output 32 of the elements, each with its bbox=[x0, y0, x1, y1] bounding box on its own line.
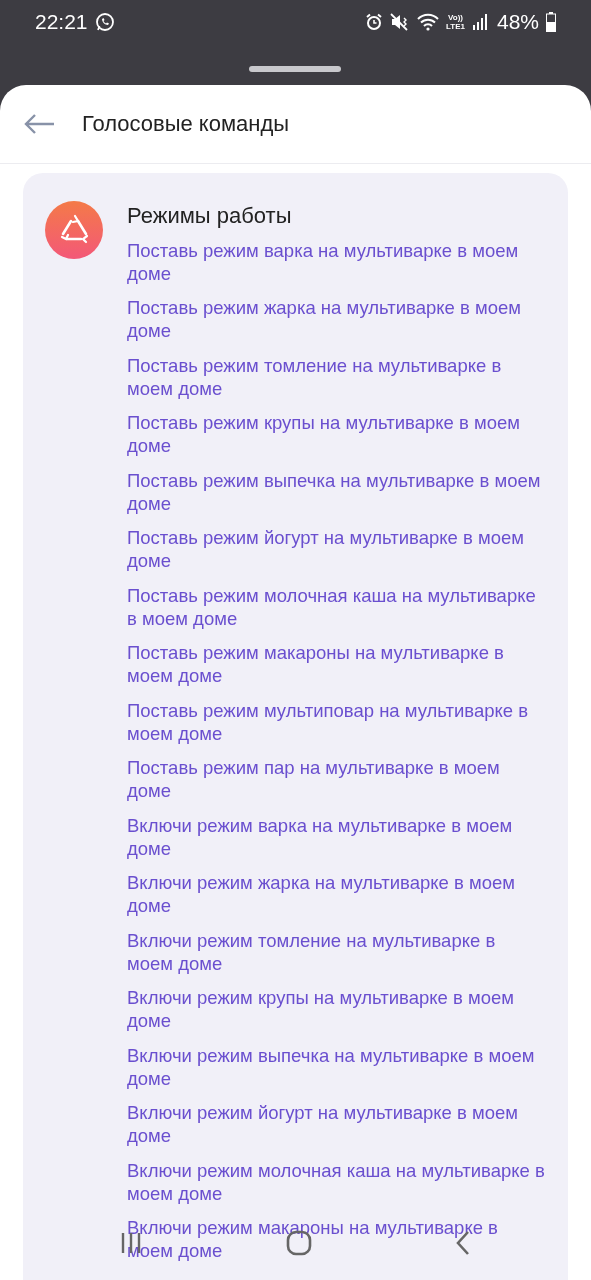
wifi-icon bbox=[417, 13, 439, 31]
section-title: Режимы работы bbox=[127, 203, 293, 229]
battery-icon bbox=[546, 12, 556, 32]
voice-command[interactable]: Включи режим выпечка на мультиварке в моем доме bbox=[127, 1043, 546, 1090]
voice-command[interactable]: Поставь режим жарка на мультиварке в моем доме bbox=[127, 296, 546, 342]
voice-command[interactable]: Включи режим томление на мультиварке в моем доме bbox=[127, 928, 546, 975]
voice-command[interactable]: Поставь режим выпечка на мультиварке в моем доме bbox=[127, 468, 546, 515]
mute-icon bbox=[390, 13, 410, 31]
voice-command[interactable]: Поставь режим мультиповар на мультиварке в моем доме bbox=[127, 698, 546, 745]
network-type-label: Vo)) LTE1 bbox=[446, 13, 465, 31]
voice-command[interactable]: Поставь режим варка на мультиварке в моем доме bbox=[127, 238, 546, 285]
alarm-icon bbox=[365, 13, 383, 31]
back-button[interactable] bbox=[24, 114, 56, 134]
voice-command[interactable]: Поставь режим пар на мультиварке в моем доме bbox=[127, 756, 546, 802]
voice-command[interactable]: Поставь режим макароны на мультиварке в моем доме bbox=[127, 641, 546, 687]
voice-command[interactable]: Включи режим варка на мультиварке в моем доме bbox=[127, 813, 546, 860]
signal-icon bbox=[471, 13, 488, 31]
voice-command[interactable]: Включи режим жарка на мультиварке в моем доме bbox=[127, 871, 546, 917]
voice-command[interactable]: Включи режим макароны на мультиварке в моем доме bbox=[127, 1216, 546, 1262]
voice-command[interactable]: Включи режим йогурт на мультиварке в моем доме bbox=[127, 1101, 546, 1147]
sheet-handle[interactable] bbox=[249, 66, 341, 72]
voice-command[interactable]: Включи режим молочная каша на мультиварке в моем доме bbox=[127, 1158, 546, 1205]
chat-app-icon bbox=[94, 12, 115, 32]
voice-command[interactable]: Поставь режим йогурт на мультиварке в моем доме bbox=[127, 526, 546, 572]
sheet-title: Голосовые команды bbox=[82, 111, 290, 137]
voice-command[interactable]: Включи режим крупы на мультиварке в моем доме bbox=[127, 986, 546, 1032]
voice-command[interactable]: Поставь режим крупы на мультиварке в моем доме bbox=[127, 411, 546, 457]
status-time: 22:21 bbox=[35, 10, 88, 34]
voice-command[interactable]: Поставь режим молочная каша на мультиварке в моем доме bbox=[127, 583, 546, 630]
battery-percent: 48% bbox=[496, 10, 539, 34]
cycle-icon bbox=[45, 201, 103, 259]
voice-command[interactable]: Поставь режим томление на мультиварке в моем доме bbox=[127, 353, 546, 400]
